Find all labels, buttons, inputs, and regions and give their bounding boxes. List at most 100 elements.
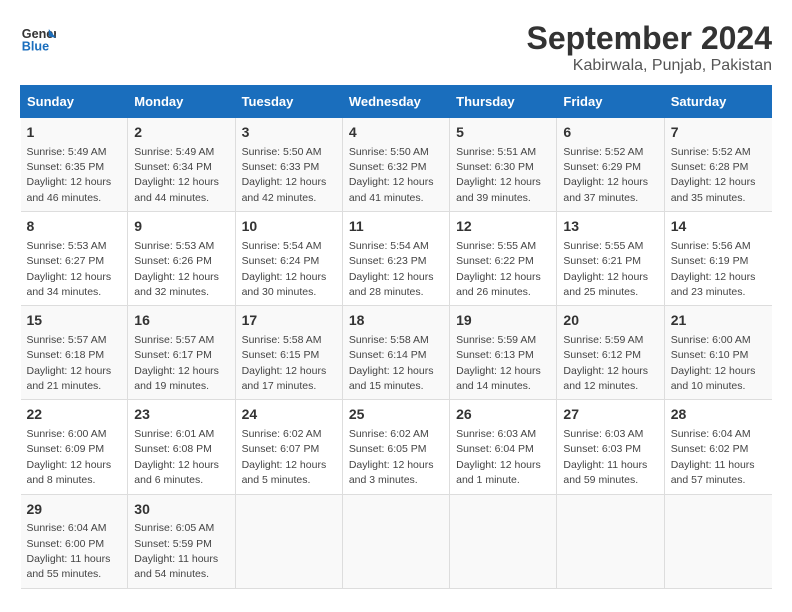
sunrise-info: Sunrise: 5:53 AM: [134, 240, 214, 252]
header-wednesday: Wednesday: [342, 86, 449, 118]
sunrise-info: Sunrise: 5:55 AM: [563, 240, 643, 252]
daylight-info: Daylight: 12 hours and 46 minutes.: [27, 176, 112, 203]
day-number: 23: [134, 405, 228, 425]
sunset-info: Sunset: 6:07 PM: [242, 443, 320, 455]
calendar-cell: 3 Sunrise: 5:50 AM Sunset: 6:33 PM Dayli…: [235, 118, 342, 212]
day-number: 10: [242, 217, 336, 237]
calendar-cell: 29 Sunrise: 6:04 AM Sunset: 6:00 PM Dayl…: [21, 494, 128, 588]
header-row: Sunday Monday Tuesday Wednesday Thursday…: [21, 86, 772, 118]
sunrise-info: Sunrise: 5:50 AM: [242, 146, 322, 158]
calendar-table: Sunday Monday Tuesday Wednesday Thursday…: [20, 85, 772, 589]
sunrise-info: Sunrise: 5:54 AM: [242, 240, 322, 252]
day-number: 24: [242, 405, 336, 425]
daylight-info: Daylight: 12 hours and 6 minutes.: [134, 459, 219, 486]
sunrise-info: Sunrise: 5:57 AM: [134, 334, 214, 346]
day-number: 1: [27, 123, 122, 143]
daylight-info: Daylight: 12 hours and 30 minutes.: [242, 271, 327, 298]
day-number: 3: [242, 123, 336, 143]
calendar-cell: 15 Sunrise: 5:57 AM Sunset: 6:18 PM Dayl…: [21, 306, 128, 400]
calendar-cell: 5 Sunrise: 5:51 AM Sunset: 6:30 PM Dayli…: [450, 118, 557, 212]
sunset-info: Sunset: 6:14 PM: [349, 349, 427, 361]
calendar-week-5: 29 Sunrise: 6:04 AM Sunset: 6:00 PM Dayl…: [21, 494, 772, 588]
daylight-info: Daylight: 12 hours and 14 minutes.: [456, 365, 541, 392]
calendar-cell: 6 Sunrise: 5:52 AM Sunset: 6:29 PM Dayli…: [557, 118, 664, 212]
sunrise-info: Sunrise: 5:53 AM: [27, 240, 107, 252]
day-number: 20: [563, 311, 657, 331]
calendar-cell: 16 Sunrise: 5:57 AM Sunset: 6:17 PM Dayl…: [128, 306, 235, 400]
daylight-info: Daylight: 11 hours and 54 minutes.: [134, 553, 218, 580]
day-number: 19: [456, 311, 550, 331]
daylight-info: Daylight: 12 hours and 21 minutes.: [27, 365, 112, 392]
calendar-cell: [450, 494, 557, 588]
calendar-week-3: 15 Sunrise: 5:57 AM Sunset: 6:18 PM Dayl…: [21, 306, 772, 400]
calendar-cell: 28 Sunrise: 6:04 AM Sunset: 6:02 PM Dayl…: [664, 400, 771, 494]
sunset-info: Sunset: 6:00 PM: [27, 538, 105, 550]
sunrise-info: Sunrise: 6:02 AM: [349, 428, 429, 440]
location: Kabirwala, Punjab, Pakistan: [527, 57, 772, 75]
calendar-cell: [235, 494, 342, 588]
sunset-info: Sunset: 6:13 PM: [456, 349, 534, 361]
calendar-week-2: 8 Sunrise: 5:53 AM Sunset: 6:27 PM Dayli…: [21, 212, 772, 306]
sunrise-info: Sunrise: 6:03 AM: [456, 428, 536, 440]
daylight-info: Daylight: 12 hours and 3 minutes.: [349, 459, 434, 486]
day-number: 22: [27, 405, 122, 425]
calendar-cell: 1 Sunrise: 5:49 AM Sunset: 6:35 PM Dayli…: [21, 118, 128, 212]
day-number: 4: [349, 123, 443, 143]
title-section: September 2024 Kabirwala, Punjab, Pakist…: [527, 20, 772, 75]
calendar-cell: 25 Sunrise: 6:02 AM Sunset: 6:05 PM Dayl…: [342, 400, 449, 494]
sunset-info: Sunset: 6:08 PM: [134, 443, 212, 455]
daylight-info: Daylight: 12 hours and 23 minutes.: [671, 271, 756, 298]
header-friday: Friday: [557, 86, 664, 118]
calendar-cell: 4 Sunrise: 5:50 AM Sunset: 6:32 PM Dayli…: [342, 118, 449, 212]
daylight-info: Daylight: 12 hours and 28 minutes.: [349, 271, 434, 298]
sunset-info: Sunset: 6:04 PM: [456, 443, 534, 455]
sunset-info: Sunset: 6:10 PM: [671, 349, 749, 361]
daylight-info: Daylight: 12 hours and 1 minute.: [456, 459, 541, 486]
sunset-info: Sunset: 6:30 PM: [456, 161, 534, 173]
calendar-cell: 10 Sunrise: 5:54 AM Sunset: 6:24 PM Dayl…: [235, 212, 342, 306]
calendar-cell: 30 Sunrise: 6:05 AM Sunset: 5:59 PM Dayl…: [128, 494, 235, 588]
day-number: 26: [456, 405, 550, 425]
day-number: 6: [563, 123, 657, 143]
sunset-info: Sunset: 6:26 PM: [134, 255, 212, 267]
sunset-info: Sunset: 6:27 PM: [27, 255, 105, 267]
daylight-info: Daylight: 12 hours and 12 minutes.: [563, 365, 648, 392]
sunset-info: Sunset: 6:02 PM: [671, 443, 749, 455]
sunset-info: Sunset: 6:22 PM: [456, 255, 534, 267]
sunrise-info: Sunrise: 5:52 AM: [671, 146, 751, 158]
sunset-info: Sunset: 6:17 PM: [134, 349, 212, 361]
daylight-info: Daylight: 12 hours and 17 minutes.: [242, 365, 327, 392]
page-header: General Blue September 2024 Kabirwala, P…: [20, 20, 772, 75]
daylight-info: Daylight: 12 hours and 37 minutes.: [563, 176, 648, 203]
sunrise-info: Sunrise: 5:49 AM: [134, 146, 214, 158]
sunrise-info: Sunrise: 5:56 AM: [671, 240, 751, 252]
daylight-info: Daylight: 11 hours and 59 minutes.: [563, 459, 647, 486]
sunrise-info: Sunrise: 5:52 AM: [563, 146, 643, 158]
sunrise-info: Sunrise: 5:58 AM: [349, 334, 429, 346]
calendar-cell: 14 Sunrise: 5:56 AM Sunset: 6:19 PM Dayl…: [664, 212, 771, 306]
day-number: 16: [134, 311, 228, 331]
daylight-info: Daylight: 12 hours and 8 minutes.: [27, 459, 112, 486]
sunset-info: Sunset: 6:35 PM: [27, 161, 105, 173]
sunrise-info: Sunrise: 5:51 AM: [456, 146, 536, 158]
daylight-info: Daylight: 12 hours and 39 minutes.: [456, 176, 541, 203]
sunset-info: Sunset: 6:18 PM: [27, 349, 105, 361]
sunset-info: Sunset: 6:33 PM: [242, 161, 320, 173]
day-number: 13: [563, 217, 657, 237]
day-number: 25: [349, 405, 443, 425]
sunset-info: Sunset: 6:28 PM: [671, 161, 749, 173]
calendar-cell: 27 Sunrise: 6:03 AM Sunset: 6:03 PM Dayl…: [557, 400, 664, 494]
sunrise-info: Sunrise: 6:00 AM: [671, 334, 751, 346]
day-number: 11: [349, 217, 443, 237]
day-number: 17: [242, 311, 336, 331]
sunrise-info: Sunrise: 5:59 AM: [456, 334, 536, 346]
daylight-info: Daylight: 12 hours and 26 minutes.: [456, 271, 541, 298]
daylight-info: Daylight: 12 hours and 41 minutes.: [349, 176, 434, 203]
calendar-cell: 7 Sunrise: 5:52 AM Sunset: 6:28 PM Dayli…: [664, 118, 771, 212]
calendar-cell: 11 Sunrise: 5:54 AM Sunset: 6:23 PM Dayl…: [342, 212, 449, 306]
daylight-info: Daylight: 12 hours and 35 minutes.: [671, 176, 756, 203]
calendar-cell: 19 Sunrise: 5:59 AM Sunset: 6:13 PM Dayl…: [450, 306, 557, 400]
sunset-info: Sunset: 6:05 PM: [349, 443, 427, 455]
calendar-cell: 20 Sunrise: 5:59 AM Sunset: 6:12 PM Dayl…: [557, 306, 664, 400]
day-number: 8: [27, 217, 122, 237]
